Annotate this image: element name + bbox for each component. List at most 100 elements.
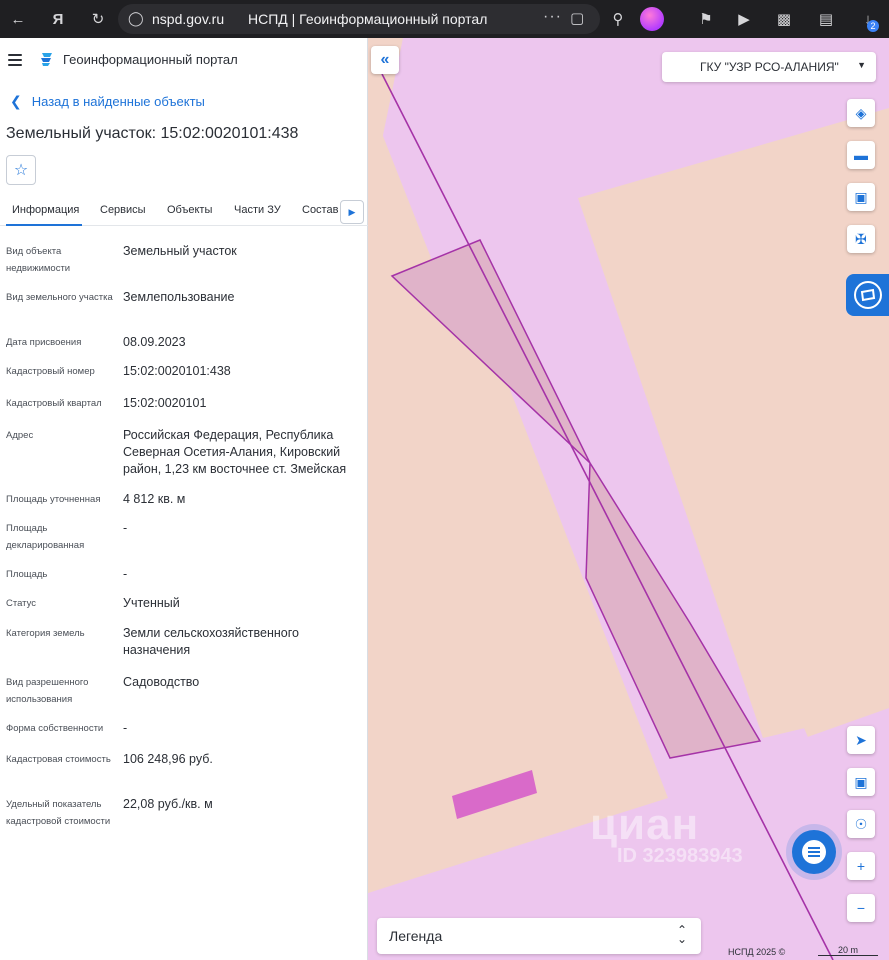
object-title: Земельный участок: 15:02:0020101:438	[6, 125, 299, 142]
prop-label: Площадь декларированная	[6, 523, 85, 551]
prop-value: -	[123, 567, 128, 581]
alice-icon[interactable]	[640, 7, 664, 31]
prop-label: Удельный показатель кадастровой стоимост…	[6, 799, 111, 827]
prop-label: Кадастровый номер	[6, 366, 95, 377]
map-scale: 20 m	[818, 945, 878, 956]
legend-label: Легенда	[389, 928, 443, 944]
map-copyright: НСПД 2025 ©	[728, 947, 786, 957]
url-domain: nspd.gov.ru	[152, 11, 225, 27]
layers-icon: ◈	[855, 104, 867, 121]
watermark-text: циан	[590, 800, 700, 849]
video-icon[interactable]: ▶	[732, 7, 756, 31]
browser-toolbar: ← Я ↻ ◯ nspd.gov.ru НСПД | Геоинформацио…	[0, 0, 889, 38]
chevron-left-icon: ❮	[10, 93, 22, 109]
tab-bar: Информация Сервисы Объекты Части ЗУ Сост…	[0, 196, 368, 226]
prop-label: Площадь	[6, 569, 48, 580]
selection-icon: ▣	[854, 188, 868, 205]
back-to-results-link[interactable]: ❮ Назад в найденные объекты	[10, 93, 205, 110]
yandex-icon[interactable]: Я	[46, 7, 70, 31]
prop-label: Адрес	[6, 430, 34, 441]
prop-value: -	[123, 721, 128, 735]
assistant-icon	[853, 281, 882, 309]
organization-select[interactable]: ГКУ "УЗР РСО-АЛАНИЯ" ▼	[662, 52, 876, 82]
favorite-button[interactable]: ☆	[6, 155, 36, 185]
menu-icon[interactable]	[8, 54, 22, 66]
minimap-button[interactable]: ▣	[847, 768, 875, 796]
prop-value: 15:02:0020101	[123, 396, 207, 410]
chevron-right-icon: ▶	[348, 206, 356, 217]
app-title: Геоинформационный портал	[63, 52, 238, 67]
address-bar[interactable]: ◯ nspd.gov.ru НСПД | Геоинформационный п…	[118, 4, 600, 34]
prop-value: 106 248,96 руб.	[123, 752, 213, 766]
organization-select-value: ГКУ "УЗР РСО-АЛАНИЯ"	[700, 60, 839, 74]
prop-label: Дата присвоения	[6, 337, 82, 348]
prop-value: Садоводство	[123, 675, 200, 689]
prop-value: Землепользование	[123, 290, 235, 304]
chat-icon	[802, 840, 826, 864]
prop-label: Категория земель	[6, 628, 85, 639]
app-header: Геоинформационный портал	[0, 38, 368, 82]
tab-info[interactable]: Информация	[12, 204, 79, 216]
share-icon: ✠	[855, 230, 867, 247]
prop-label: Площадь уточненная	[6, 494, 101, 505]
prop-value: 4 812 кв. м	[123, 492, 186, 506]
locate-button[interactable]: ➤	[847, 726, 875, 754]
prop-label: Кадастровый квартал	[6, 398, 102, 409]
prop-value: -	[123, 521, 128, 535]
tabs-scroll-right-button[interactable]: ▶	[340, 200, 364, 224]
tab-services[interactable]: Сервисы	[100, 204, 146, 216]
prop-label: Вид разрешенного использования	[6, 677, 89, 705]
back-link-label: Назад в найденные объекты	[31, 94, 205, 109]
prop-label: Вид земельного участка	[6, 292, 113, 303]
collapse-panel-button[interactable]: «	[371, 46, 399, 74]
tab-composition[interactable]: Состав	[302, 204, 338, 216]
prop-value: 08.09.2023	[123, 335, 186, 349]
double-chevron-left-icon: «	[380, 51, 390, 68]
collections-icon[interactable]: ▩	[772, 7, 796, 31]
expand-collapse-icon: ⌃ ⌄	[676, 923, 687, 946]
prop-label: Статус	[6, 598, 37, 609]
area-select-button[interactable]: ▣	[847, 183, 875, 211]
zoom-in-button[interactable]: +	[847, 852, 875, 880]
extension-icon[interactable]: ⚑	[694, 7, 718, 31]
prop-value: Учтенный	[123, 596, 180, 610]
share-button[interactable]: ✠	[847, 225, 875, 253]
shield-icon: ◯	[128, 10, 144, 26]
plus-icon: +	[856, 858, 866, 874]
prop-label: Кадастровая стоимость	[6, 754, 111, 765]
geo-search-button[interactable]: ☉	[847, 810, 875, 838]
more-icon[interactable]: ···	[543, 8, 562, 26]
object-info-panel: Геоинформационный портал ❮ Назад в найде…	[0, 38, 368, 960]
bookmark-icon[interactable]: ▢	[570, 9, 584, 27]
tab-parts[interactable]: Части ЗУ	[234, 204, 281, 216]
back-arrow-icon[interactable]: ←	[6, 7, 30, 31]
active-tab-indicator	[6, 224, 82, 226]
measure-button[interactable]: ▬	[847, 141, 875, 169]
tab-page-title: НСПД | Геоинформационный портал	[248, 11, 488, 27]
minimap-icon: ▣	[854, 773, 868, 790]
geo-search-icon: ☉	[854, 815, 868, 832]
lens-search-icon[interactable]: ⚲	[606, 7, 630, 31]
prop-value: 22,08 руб./кв. м	[123, 797, 213, 811]
downloads-badge: 2	[867, 20, 879, 32]
tab-objects[interactable]: Объекты	[167, 204, 212, 216]
minus-icon: −	[856, 900, 866, 916]
prop-value: Земли сельскохозяйственного назначения	[123, 626, 299, 657]
prop-value: Российская Федерация, Республика Северна…	[123, 428, 347, 476]
ruler-icon: ▬	[854, 147, 868, 163]
side-panel-tab[interactable]	[846, 274, 889, 316]
reload-icon[interactable]: ↻	[86, 7, 110, 31]
prop-value: Земельный участок	[123, 244, 237, 258]
caret-down-icon: ▼	[857, 60, 866, 70]
document-icon[interactable]: ▤	[814, 7, 838, 31]
prop-value: 15:02:0020101:438	[123, 364, 231, 378]
portal-logo-icon	[41, 53, 52, 66]
legend-dropdown[interactable]: Легенда ⌃ ⌄	[377, 918, 701, 954]
navigation-arrow-icon: ➤	[855, 731, 867, 748]
zoom-out-button[interactable]: −	[847, 894, 875, 922]
chat-button[interactable]	[792, 830, 836, 874]
prop-label: Форма собственности	[6, 723, 104, 734]
prop-label: Вид объекта недвижимости	[6, 246, 71, 274]
watermark-id: ID 323983943	[617, 845, 743, 867]
layers-button[interactable]: ◈	[847, 99, 875, 127]
